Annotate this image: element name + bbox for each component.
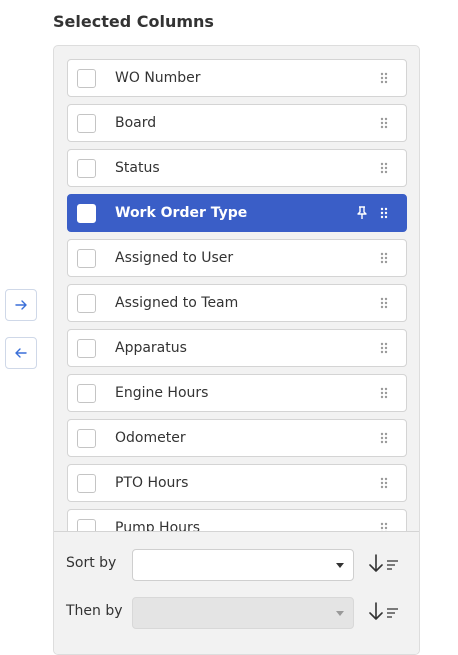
column-row[interactable]: Engine Hours xyxy=(67,374,407,412)
column-row[interactable]: Work Order Type xyxy=(67,194,407,232)
sort-section: Sort by Then by xyxy=(54,531,419,655)
column-row[interactable]: Assigned to User xyxy=(67,239,407,277)
column-checkbox[interactable] xyxy=(77,249,96,268)
column-label: Pump Hours xyxy=(115,520,380,531)
column-label: Apparatus xyxy=(115,340,380,356)
drag-handle-icon[interactable] xyxy=(380,207,390,219)
column-row[interactable]: Odometer xyxy=(67,419,407,457)
column-checkbox[interactable] xyxy=(77,69,96,88)
drag-handle-icon[interactable] xyxy=(380,297,390,309)
column-row[interactable]: Apparatus xyxy=(67,329,407,367)
column-checkbox[interactable] xyxy=(77,429,96,448)
column-checkbox[interactable] xyxy=(77,519,96,532)
column-checkbox[interactable] xyxy=(77,294,96,313)
then-by-label: Then by xyxy=(66,603,123,619)
move-left-button[interactable] xyxy=(5,337,37,369)
column-row[interactable]: PTO Hours xyxy=(67,464,407,502)
column-row[interactable]: Status xyxy=(67,149,407,187)
drag-handle-icon[interactable] xyxy=(380,387,390,399)
column-label: Assigned to Team xyxy=(115,295,380,311)
drag-handle-icon[interactable] xyxy=(380,117,390,129)
arrow-left-icon xyxy=(14,346,28,360)
column-label: Assigned to User xyxy=(115,250,380,266)
column-checkbox[interactable] xyxy=(77,159,96,178)
column-label: Engine Hours xyxy=(115,385,380,401)
move-right-button[interactable] xyxy=(5,289,37,321)
arrow-right-icon xyxy=(14,298,28,312)
column-checkbox[interactable] xyxy=(77,114,96,133)
sort-descending-icon[interactable] xyxy=(368,553,402,575)
drag-handle-icon[interactable] xyxy=(380,162,390,174)
column-label: Work Order Type xyxy=(115,205,356,221)
then-by-select[interactable] xyxy=(132,597,354,629)
drag-handle-icon[interactable] xyxy=(380,477,390,489)
column-row[interactable]: WO Number xyxy=(67,59,407,97)
page-title: Selected Columns xyxy=(53,12,214,31)
column-label: WO Number xyxy=(115,70,380,86)
then-by-sort-descending-icon[interactable] xyxy=(368,601,402,623)
column-label: Board xyxy=(115,115,380,131)
column-checkbox[interactable] xyxy=(77,204,96,223)
pin-icon[interactable] xyxy=(356,206,370,220)
selected-columns-panel: WO Number Board Status Work Order Type Assig… xyxy=(53,45,420,655)
drag-handle-icon[interactable] xyxy=(380,72,390,84)
drag-handle-icon[interactable] xyxy=(380,432,390,444)
column-row[interactable]: Assigned to Team xyxy=(67,284,407,322)
selected-columns-list[interactable]: WO Number Board Status Work Order Type Assig… xyxy=(54,46,419,531)
column-checkbox[interactable] xyxy=(77,384,96,403)
chevron-down-icon xyxy=(336,611,344,616)
column-label: PTO Hours xyxy=(115,475,380,491)
column-checkbox[interactable] xyxy=(77,339,96,358)
column-label: Odometer xyxy=(115,430,380,446)
column-checkbox[interactable] xyxy=(77,474,96,493)
drag-handle-icon[interactable] xyxy=(380,252,390,264)
column-label: Status xyxy=(115,160,380,176)
drag-handle-icon[interactable] xyxy=(380,342,390,354)
drag-handle-icon[interactable] xyxy=(380,522,390,531)
sort-by-select[interactable] xyxy=(132,549,354,581)
sort-by-label: Sort by xyxy=(66,555,116,571)
column-row[interactable]: Board xyxy=(67,104,407,142)
column-row[interactable]: Pump Hours xyxy=(67,509,407,531)
chevron-down-icon xyxy=(336,563,344,568)
